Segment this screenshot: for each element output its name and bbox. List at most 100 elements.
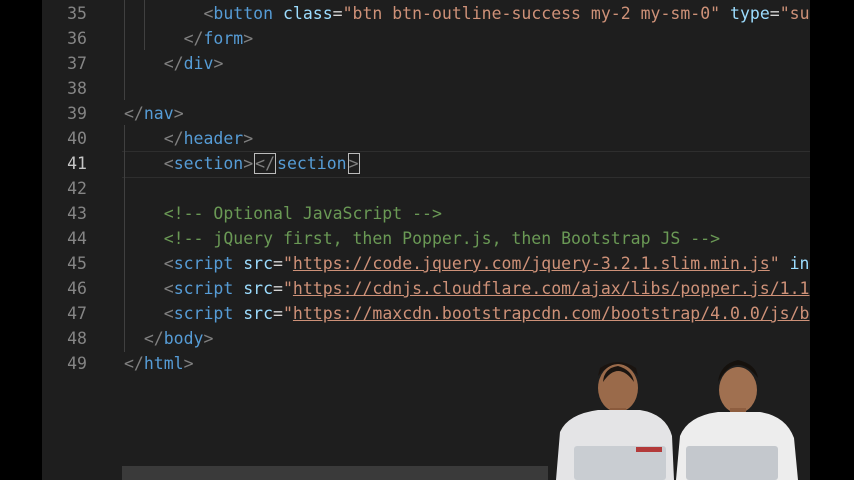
line-number: 35 [67, 4, 87, 23]
code-token: " [282, 304, 293, 323]
line-number: 44 [67, 229, 87, 248]
code-token: </ [124, 354, 144, 373]
line-number: 46 [67, 279, 87, 298]
code-token: https://maxcdn.bootstrapcdn.com/bootstra… [292, 304, 810, 323]
code-token: script [173, 279, 234, 298]
code-token: < [163, 279, 174, 298]
code-token: button [213, 4, 274, 23]
code-line[interactable]: <section> </section > [124, 151, 361, 176]
code-token: </ [163, 129, 184, 148]
line-number: 39 [67, 104, 87, 123]
code-token: script [173, 304, 234, 323]
code-token: section [173, 154, 244, 173]
code-token: > [347, 153, 360, 174]
code-token: </ [183, 29, 204, 48]
code-token: </ [254, 153, 277, 174]
code-token: "btn btn-outline-success my-2 my-sm-0" [342, 4, 721, 23]
line-number: 41 [67, 154, 87, 173]
line-number: 45 [67, 254, 87, 273]
code-token: = [273, 279, 283, 298]
line-number: 48 [67, 329, 87, 348]
code-token: class [282, 4, 333, 23]
code-token: header [183, 129, 244, 148]
code-token: </ [124, 104, 144, 123]
code-token: > [183, 354, 194, 373]
code-line[interactable]: <!-- Optional JavaScript --> [124, 201, 442, 226]
line-number: 42 [67, 179, 87, 198]
code-token: > [243, 129, 254, 148]
code-token: </ [163, 54, 184, 73]
code-token: < [163, 154, 174, 173]
line-number: 40 [67, 129, 87, 148]
line-number: 49 [67, 354, 87, 373]
code-token: </ [143, 329, 164, 348]
video-frame: 35 36 37 38 39 40 41 42 43 44 45 46 47 48 49 <button c… [0, 0, 854, 480]
code-token: "subm [779, 4, 810, 23]
code-line[interactable]: </form> [124, 26, 254, 51]
code-token: > [203, 329, 214, 348]
line-number: 37 [67, 54, 87, 73]
code-token: section [277, 154, 347, 173]
code-line[interactable]: <script src="https://cdnjs.cloudflare.co… [124, 276, 810, 301]
code-token: <!-- jQuery first, then Popper.js, then … [163, 229, 721, 248]
code-line[interactable]: <script src="https://maxcdn.bootstrapcdn… [124, 301, 810, 326]
code-token: https://code.jquery.com/jquery-3.2.1.sli… [292, 254, 770, 273]
code-token: <!-- Optional JavaScript --> [163, 204, 442, 223]
code-line[interactable]: </html> [124, 351, 194, 376]
code-token: " [282, 279, 293, 298]
code-token: in [789, 254, 810, 273]
code-token: < [163, 254, 174, 273]
line-number: 38 [67, 79, 87, 98]
code-line[interactable]: </body> [124, 326, 214, 351]
code-line[interactable]: </div> [124, 51, 224, 76]
code-token: > [243, 154, 254, 173]
code-line[interactable]: <button class="btn btn-outline-success m… [124, 1, 810, 26]
code-token: https://cdnjs.cloudflare.com/ajax/libs/p… [292, 279, 810, 298]
code-token: < [203, 4, 214, 23]
code-token: src [243, 254, 274, 273]
line-number: 47 [67, 304, 87, 323]
code-token: script [173, 254, 234, 273]
code-token: div [183, 54, 214, 73]
code-token: " [282, 254, 293, 273]
code-token: nav [143, 104, 174, 123]
code-token: type [730, 4, 770, 23]
code-token: " [769, 254, 780, 273]
line-number: 36 [67, 29, 87, 48]
webcam-presenters-icon [548, 346, 810, 480]
code-line[interactable]: </header> [124, 126, 253, 151]
code-token: html [143, 354, 184, 373]
line-number: 43 [67, 204, 87, 223]
code-line[interactable]: <script src="https://code.jquery.com/jqu… [124, 251, 810, 276]
code-token: > [243, 29, 254, 48]
code-line[interactable]: <!-- jQuery first, then Popper.js, then … [124, 226, 720, 251]
code-token: form [203, 29, 244, 48]
code-token: = [769, 4, 780, 23]
code-token: < [163, 304, 174, 323]
code-token: > [173, 104, 184, 123]
code-token: src [243, 279, 274, 298]
code-token: = [273, 254, 283, 273]
code-token: > [213, 54, 224, 73]
code-line[interactable]: </nav> [124, 101, 184, 126]
code-token: = [332, 4, 343, 23]
code-token: = [273, 304, 283, 323]
code-token: src [243, 304, 274, 323]
